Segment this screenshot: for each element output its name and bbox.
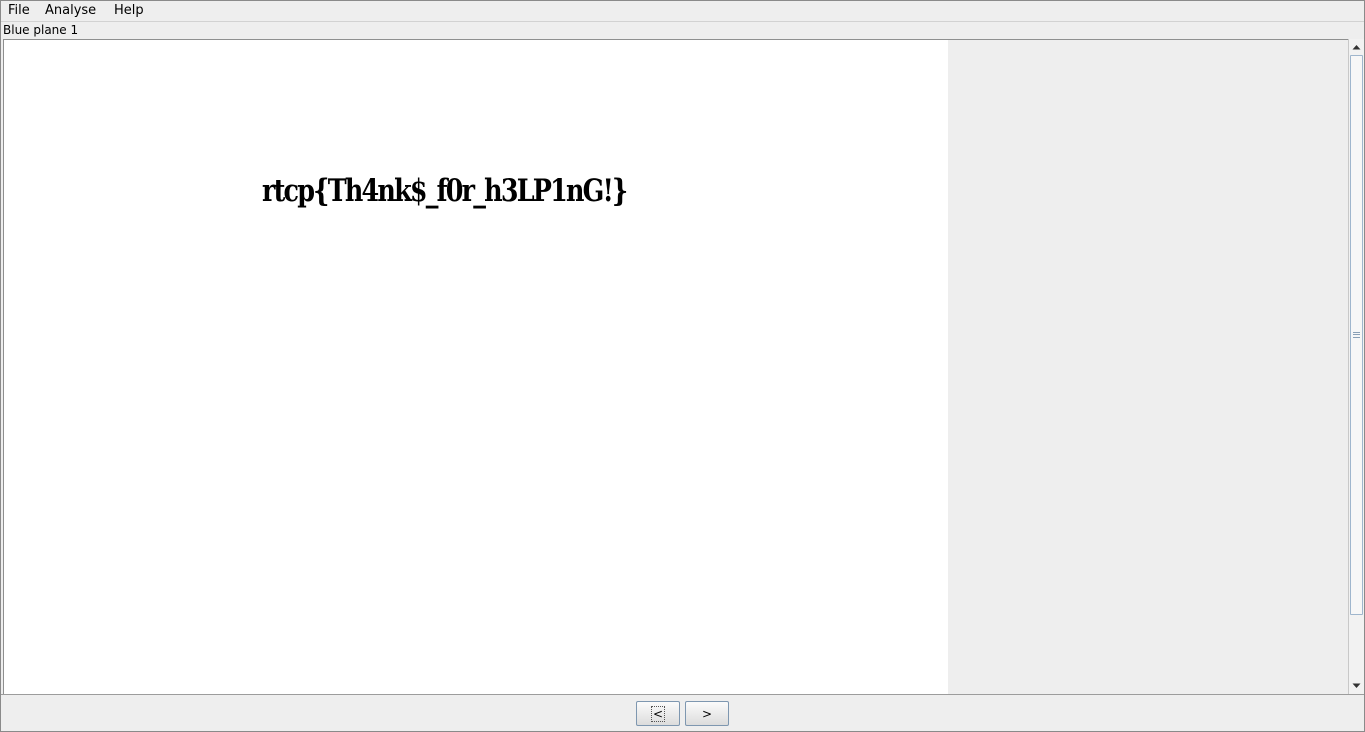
menu-analyse[interactable]: Analyse (45, 3, 96, 19)
scroll-grip-icon (1353, 332, 1360, 338)
navigation-panel: < > (1, 694, 1364, 731)
menu-bar: File Analyse Help (1, 1, 1364, 22)
scroll-up-arrow-icon[interactable] (1350, 40, 1363, 54)
stegsolve-window: File Analyse Help Blue plane 1 rtcp{Th4n… (0, 0, 1365, 732)
menu-file[interactable]: File (8, 3, 30, 19)
image-canvas: rtcp{Th4nk$_f0r_h3LP1nG!} (4, 40, 948, 694)
decoded-image-text: rtcp{Th4nk$_f0r_h3LP1nG!} (262, 173, 628, 209)
previous-button-label: < (650, 705, 666, 722)
previous-plane-button[interactable]: < (636, 701, 680, 726)
plane-title: Blue plane 1 (3, 23, 79, 37)
next-button-label: > (701, 706, 713, 721)
vertical-scrollbar[interactable] (1348, 39, 1364, 694)
next-plane-button[interactable]: > (685, 701, 729, 726)
scroll-thumb[interactable] (1350, 55, 1363, 615)
menu-help[interactable]: Help (114, 3, 144, 19)
scroll-down-arrow-icon[interactable] (1350, 679, 1363, 693)
image-viewport[interactable]: rtcp{Th4nk$_f0r_h3LP1nG!} (3, 39, 1349, 694)
